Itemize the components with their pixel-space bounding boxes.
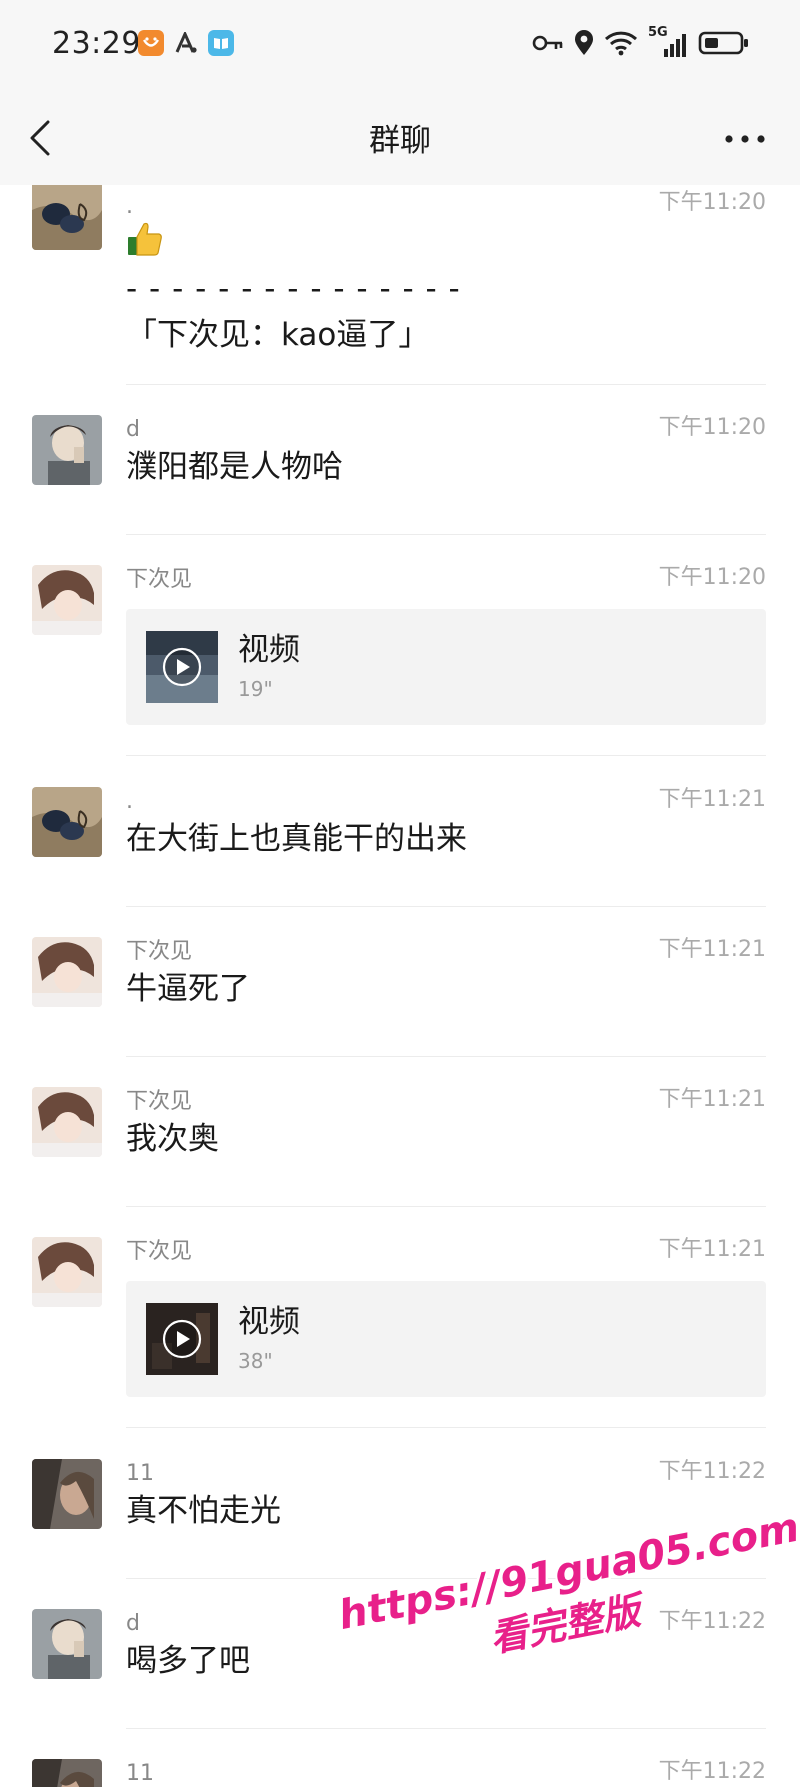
- video-message-card[interactable]: 视频 38": [126, 1281, 766, 1397]
- divider: [126, 1728, 766, 1729]
- message-text: 喝多了吧: [126, 1643, 250, 1679]
- message-time: 下午11:20: [658, 190, 766, 215]
- sender-name: d: [126, 1611, 140, 1636]
- sender-name: 11: [126, 1761, 154, 1786]
- list-item: 下次见 下午11:20 视频 19": [0, 565, 800, 787]
- list-item: 下次见 下午11:21 牛逼死了: [0, 937, 800, 1087]
- divider: [126, 1056, 766, 1057]
- separator-line: - - - - - - - - - - - - - - -: [126, 271, 461, 307]
- video-thumbnail: [146, 631, 218, 703]
- divider: [126, 906, 766, 907]
- sender-name: 下次见: [126, 567, 193, 592]
- avatar[interactable]: [32, 1609, 102, 1679]
- location-icon: [574, 30, 594, 60]
- avatar[interactable]: [32, 787, 102, 857]
- video-label: 视频: [238, 632, 300, 668]
- divider: [126, 755, 766, 756]
- sender-name: 下次见: [126, 1089, 193, 1114]
- signal-icon: 5G: [648, 25, 688, 59]
- divider: [126, 1206, 766, 1207]
- sender-name: 11: [126, 1461, 154, 1486]
- video-label: 视频: [238, 1304, 300, 1340]
- list-item: 11 下午11:22 真不怕走光: [0, 1459, 800, 1609]
- page-title: 群聊: [369, 123, 431, 159]
- message-text: 我次奥: [126, 1121, 219, 1157]
- video-message-card[interactable]: 视频 19": [126, 609, 766, 725]
- message-text: 「下次见：kao逼了」: [126, 317, 430, 353]
- video-thumbnail: [146, 1303, 218, 1375]
- sender-name: .: [126, 789, 133, 814]
- more-options-button[interactable]: [720, 127, 770, 151]
- message-time: 下午11:21: [658, 1087, 766, 1112]
- list-item: d 下午11:22 喝多了吧: [0, 1609, 800, 1759]
- list-item: . 下午11:21 在大街上也真能干的出来: [0, 787, 800, 937]
- list-item: 11 下午11:22: [0, 1759, 800, 1787]
- nav-bar: 群聊: [0, 95, 800, 185]
- avatar[interactable]: [32, 1237, 102, 1307]
- list-item: 下次见 下午11:21 视频 38": [0, 1237, 800, 1459]
- video-duration: 38": [238, 1349, 273, 1373]
- status-time: 23:29: [52, 26, 141, 61]
- message-time: 下午11:20: [658, 565, 766, 590]
- notification-icons: [138, 30, 234, 56]
- message-time: 下午11:21: [658, 1237, 766, 1262]
- avatar[interactable]: [32, 1759, 102, 1787]
- thumbs-up-emoji: [126, 220, 164, 270]
- avatar[interactable]: [32, 185, 102, 250]
- avatar[interactable]: [32, 415, 102, 485]
- message-time: 下午11:22: [658, 1609, 766, 1634]
- message-text: 牛逼死了: [126, 971, 250, 1007]
- sender-name: .: [126, 194, 133, 219]
- message-text: 真不怕走光: [126, 1493, 281, 1529]
- list-item: d 下午11:20 濮阳都是人物哈: [0, 415, 800, 565]
- message-text: 濮阳都是人物哈: [126, 449, 343, 485]
- message-time: 下午11:20: [658, 415, 766, 440]
- message-time: 下午11:22: [658, 1759, 766, 1784]
- divider: [126, 1578, 766, 1579]
- message-time: 下午11:21: [658, 937, 766, 962]
- list-item: . 下午11:20 - - - - - - - - - - - - - - - …: [0, 185, 800, 390]
- thumbs-up-icon: [128, 222, 162, 256]
- message-time: 下午11:21: [658, 787, 766, 812]
- taobao-app-icon: [138, 30, 164, 56]
- a-app-icon: [173, 30, 199, 56]
- video-duration: 19": [238, 677, 273, 701]
- system-status-icons: 5G: [532, 25, 750, 60]
- status-bar: 23:29 5G: [0, 0, 800, 95]
- sender-name: d: [126, 417, 140, 442]
- reader-app-icon: [208, 30, 234, 56]
- avatar[interactable]: [32, 937, 102, 1007]
- sender-name: 下次见: [126, 939, 193, 964]
- battery-icon: [698, 30, 750, 60]
- message-text: 在大街上也真能干的出来: [126, 821, 467, 857]
- avatar[interactable]: [32, 565, 102, 635]
- list-item: 下次见 下午11:21 我次奥: [0, 1087, 800, 1237]
- chat-message-list[interactable]: . 下午11:20 - - - - - - - - - - - - - - - …: [0, 185, 800, 1787]
- sender-name: 下次见: [126, 1239, 193, 1264]
- key-icon: [532, 33, 564, 57]
- divider: [126, 1427, 766, 1428]
- avatar[interactable]: [32, 1459, 102, 1529]
- divider: [126, 384, 766, 385]
- wifi-icon: [604, 30, 638, 60]
- chat-screen: 23:29 5G 群聊 . 下午11:20 - - - - - - - - - …: [0, 0, 800, 1787]
- divider: [126, 534, 766, 535]
- avatar[interactable]: [32, 1087, 102, 1157]
- more-dots-icon: [725, 135, 765, 143]
- message-time: 下午11:22: [658, 1459, 766, 1484]
